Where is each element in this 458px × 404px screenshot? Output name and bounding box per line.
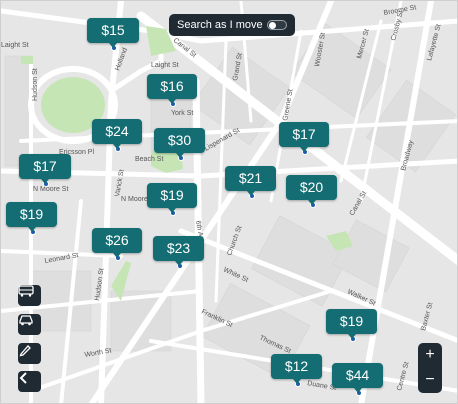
search-as-i-move-toggle[interactable]: Search as I move [169, 14, 295, 36]
back-arrow-icon [19, 372, 27, 384]
pencil-icon-button[interactable] [18, 343, 41, 364]
price-pin[interactable]: $30 [154, 128, 205, 161]
street-label: Laight St [1, 42, 29, 49]
bus-icon-button[interactable] [18, 285, 41, 306]
back-arrow-icon-button[interactable] [18, 371, 41, 392]
price-pin[interactable]: $15 [87, 18, 139, 51]
price-pin[interactable]: $23 [153, 236, 204, 269]
price-pin[interactable]: $21 [225, 166, 276, 199]
pencil-icon [19, 345, 31, 357]
street-label: Hudson St [32, 68, 39, 101]
price-pin[interactable]: $19 [147, 183, 197, 216]
toggle-label: Search as I move [177, 19, 263, 31]
price-pin[interactable]: $17 [19, 154, 71, 187]
car-icon [19, 315, 33, 326]
price-pin[interactable]: $19 [326, 309, 377, 342]
price-pin[interactable]: $20 [286, 175, 337, 208]
car-icon-button[interactable] [18, 314, 41, 335]
price-pin[interactable]: $24 [92, 119, 142, 152]
price-pin[interactable]: $44 [332, 363, 383, 396]
street-label: N Moore St [33, 186, 68, 193]
street-label: York St [171, 110, 193, 117]
map-view[interactable]: Laight St Hudson St Laight St Canal St H… [0, 0, 458, 404]
street-label: Laight St [151, 62, 179, 69]
price-pin[interactable]: $26 [92, 228, 142, 261]
street-label: Beach St [135, 156, 163, 163]
toggle-switch[interactable] [267, 20, 287, 30]
map-canvas[interactable]: Laight St Hudson St Laight St Canal St H… [1, 1, 458, 404]
price-pin[interactable]: $12 [271, 354, 322, 387]
zoom-control: + − [418, 343, 442, 393]
zoom-in-button[interactable]: + [418, 343, 442, 368]
price-pin[interactable]: $19 [6, 202, 57, 235]
bus-icon [18, 285, 34, 297]
zoom-out-button[interactable]: − [418, 368, 442, 393]
price-pin[interactable]: $17 [279, 122, 329, 155]
price-pin[interactable]: $16 [147, 74, 197, 107]
